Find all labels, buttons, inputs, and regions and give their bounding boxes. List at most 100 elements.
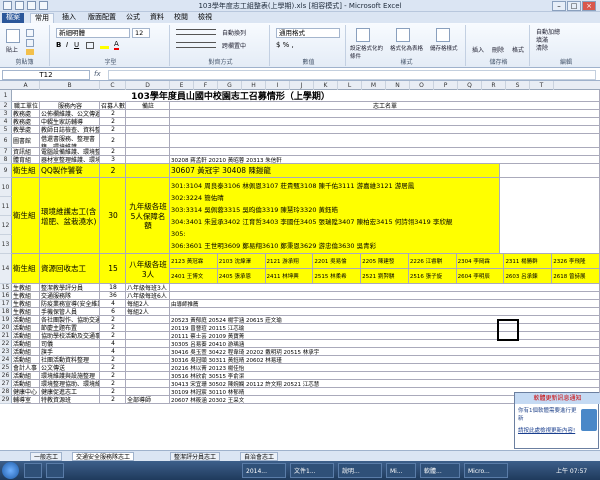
row-header-21[interactable]: 21	[0, 332, 12, 340]
copy-icon[interactable]	[26, 39, 34, 47]
recycle-volunteer[interactable]: 2401 王博文	[170, 269, 218, 284]
service-cell[interactable]: 環境整理協助、環境維護	[40, 380, 100, 388]
volunteer-names-cell[interactable]	[170, 292, 600, 300]
taskbar-item-help[interactable]: 說明...	[338, 463, 382, 478]
sheet-tab-cleaning[interactable]: 整潔評分員志工	[170, 452, 221, 461]
row-header-19[interactable]: 19	[0, 316, 12, 324]
row-header-18[interactable]: 18	[0, 308, 12, 316]
column-header-c[interactable]: C	[100, 81, 126, 90]
save-icon[interactable]	[15, 1, 24, 10]
note-cell[interactable]	[126, 148, 170, 156]
borders-icon[interactable]	[86, 42, 94, 49]
row-header-14[interactable]: 14	[0, 254, 12, 284]
column-header-j[interactable]: J	[290, 81, 314, 90]
recycle-volunteer[interactable]: 2123 黃冠霖	[170, 254, 218, 269]
note-cell[interactable]	[126, 134, 170, 148]
header-cell[interactable]: 志工名單	[170, 102, 600, 110]
start-button-icon[interactable]	[2, 462, 19, 479]
undo-icon[interactable]	[27, 1, 36, 10]
service-cell[interactable]: 手機保管人員	[40, 308, 100, 316]
dept-cell[interactable]: 活動組	[12, 316, 40, 324]
row-header-27[interactable]: 27	[0, 380, 12, 388]
excel-icon[interactable]	[3, 1, 12, 10]
volunteer-names-cell[interactable]: 30516 林欣俞 30515 李俞潔	[170, 372, 600, 380]
service-cell[interactable]: 公佈欄維護、公文傳遞	[40, 110, 100, 118]
recycle-volunteer[interactable]: 2226 江睿騏	[408, 254, 457, 269]
dept-cell[interactable]: 活動組	[12, 356, 40, 364]
font-name-select[interactable]: 新細明體	[56, 28, 130, 38]
recycle-volunteer[interactable]: 2515 林柔希	[313, 269, 362, 284]
column-header-e[interactable]: E	[170, 81, 194, 90]
cell-area[interactable]: 1 103學年度員山國中校園志工召募情形（上學期） 2 職工單位 服務內容 召募人數 備註志…	[0, 90, 600, 450]
note-cell[interactable]	[126, 332, 170, 340]
volunteer-names-cell[interactable]: 30413 宋宜珊 30502 陳婉嫻 20112 許文翔 20521 江芯慧	[170, 380, 600, 388]
recycle-volunteer[interactable]: 2603 呂承鍊	[504, 269, 553, 284]
note-cell[interactable]	[126, 380, 170, 388]
bold-icon[interactable]: B	[56, 41, 61, 49]
volunteer-names-cell[interactable]: 30416 吳玉萱 30422 程韋琦 20202 戴明玥 20515 林承宇	[170, 348, 600, 356]
note-cell[interactable]: 八年級各班3人	[126, 254, 170, 284]
count-cell[interactable]: 2	[100, 110, 126, 118]
taskbar-item-software[interactable]: 軟體...	[420, 463, 460, 478]
header-cell[interactable]: 服務內容	[40, 102, 100, 110]
column-header-t[interactable]: T	[530, 81, 554, 90]
font-color-icon[interactable]: A	[114, 40, 119, 50]
volunteer-names-cell[interactable]	[170, 308, 600, 316]
column-header-m[interactable]: M	[362, 81, 386, 90]
tab-page-layout[interactable]: 版面配置	[84, 13, 120, 23]
count-cell[interactable]: 2	[100, 372, 126, 380]
italic-icon[interactable]: I	[66, 41, 68, 49]
service-cell[interactable]: 公文傳送	[40, 364, 100, 372]
row-header-26[interactable]: 26	[0, 372, 12, 380]
column-header-a[interactable]: A	[12, 81, 40, 90]
row-header-4[interactable]: 4	[0, 118, 12, 126]
dept-cell[interactable]: 活動組	[12, 348, 40, 356]
recycle-volunteer[interactable]: 2121 游承翔	[265, 254, 314, 269]
count-cell[interactable]: 6	[100, 308, 126, 316]
underline-icon[interactable]: U	[74, 41, 79, 49]
column-header-r[interactable]: R	[482, 81, 506, 90]
volunteer-names-cell[interactable]: 20216 林以菁 20123 楊佳怡	[170, 364, 600, 372]
name-box[interactable]: T12	[2, 70, 90, 80]
function-icon[interactable]: fx	[94, 70, 101, 78]
row-header-1[interactable]: 1	[0, 90, 12, 102]
volunteer-names-cell[interactable]: 30208 蔣孟軒 20210 黃昭蓉 20313 朱信軒	[170, 156, 600, 164]
format-table-button[interactable]: 格式化為表格	[390, 44, 426, 52]
note-cell[interactable]	[126, 110, 170, 118]
count-cell[interactable]: 2	[100, 148, 126, 156]
tab-review[interactable]: 校閱	[170, 13, 192, 23]
dept-cell[interactable]: 生教組	[12, 300, 40, 308]
delete-cells-button[interactable]: 刪除	[492, 45, 504, 54]
count-cell[interactable]: 36	[100, 292, 126, 300]
count-cell[interactable]: 4	[100, 348, 126, 356]
update-notification-popup[interactable]: 軟體更新訊息通知 你有1個軟體需要進行更新 請按此處檢視更新內容!	[514, 392, 600, 449]
column-header-p[interactable]: P	[434, 81, 458, 90]
taskbar-item-explorer[interactable]	[46, 463, 64, 478]
dept-cell[interactable]: 衛生組	[12, 164, 40, 178]
column-header-b[interactable]: B	[40, 81, 100, 90]
taskbar-item-mi[interactable]: Mi...	[386, 463, 416, 478]
note-cell[interactable]: 八年級每班3人	[126, 284, 170, 292]
tab-insert[interactable]: 插入	[58, 13, 80, 23]
dept-cell[interactable]: 衛生組	[12, 178, 40, 254]
service-cell[interactable]: 各社團製作、協助交通事等	[40, 316, 100, 324]
recycle-volunteer[interactable]: 2405 張承恩	[217, 269, 266, 284]
service-cell[interactable]: 健康促進志工	[40, 388, 100, 396]
column-header-d[interactable]: D	[126, 81, 170, 90]
count-cell[interactable]: 4	[100, 300, 126, 308]
insert-cells-button[interactable]: 插入	[472, 45, 484, 54]
row-header-13[interactable]: 13	[0, 235, 12, 254]
column-header-f[interactable]: F	[194, 81, 218, 90]
count-cell[interactable]: 2	[100, 324, 126, 332]
column-header-s[interactable]: S	[506, 81, 530, 90]
row-header-6[interactable]: 6	[0, 134, 12, 148]
volunteer-names-cell[interactable]: 30607 黃冠宇 30408 陳鎧龍	[170, 164, 500, 178]
cell[interactable]	[500, 178, 600, 254]
note-cell[interactable]	[126, 348, 170, 356]
format-cells-button[interactable]: 格式	[512, 45, 524, 54]
count-cell[interactable]: 2	[100, 126, 126, 134]
taskbar-item-ie[interactable]	[24, 463, 42, 478]
volunteer-names-cell[interactable]: 20119 曾晉瑄 20115 江芯瑜	[170, 324, 600, 332]
count-cell[interactable]: 2	[100, 134, 126, 148]
volunteer-names-cell[interactable]	[170, 110, 600, 118]
